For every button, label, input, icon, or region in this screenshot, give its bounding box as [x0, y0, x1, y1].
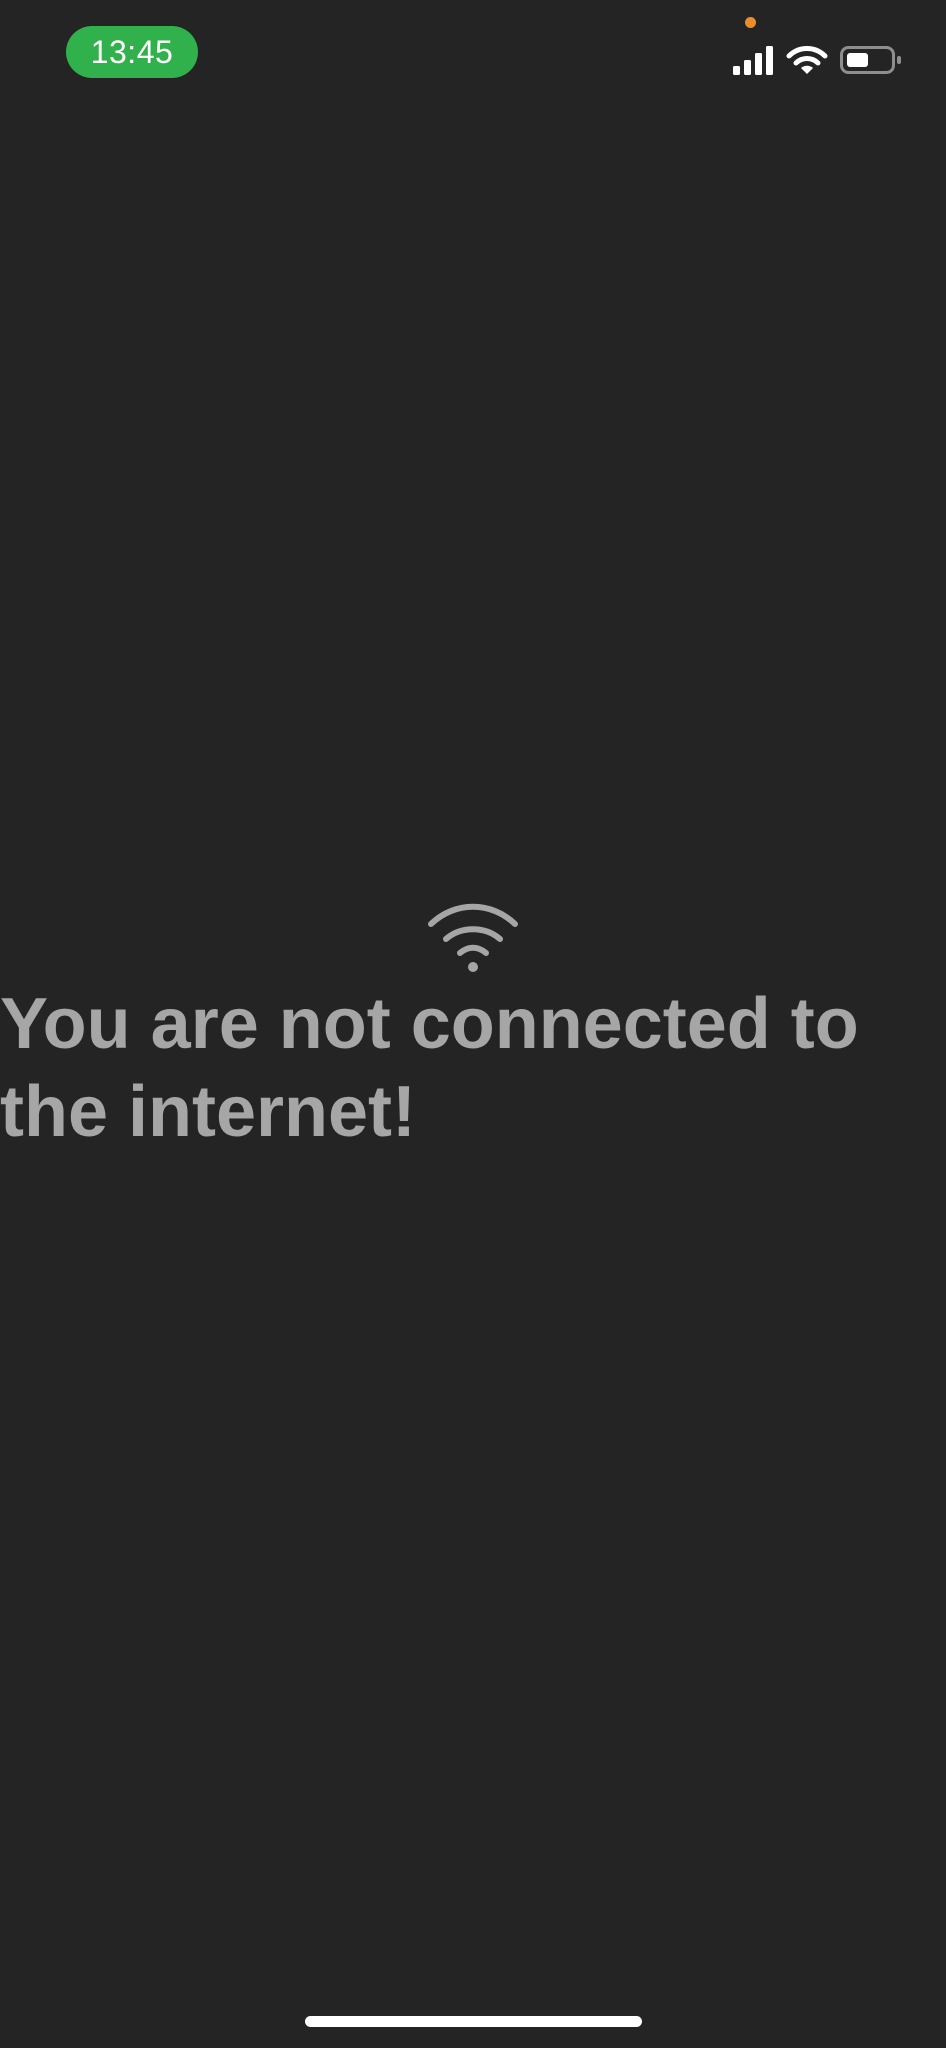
status-bar: 13:45 — [0, 0, 946, 100]
wifi-icon — [428, 903, 518, 972]
home-indicator[interactable] — [305, 2016, 642, 2027]
battery-icon — [840, 46, 901, 74]
cellular-signal-icon — [733, 46, 773, 75]
status-time[interactable]: 13:45 — [66, 26, 198, 78]
privacy-indicator-dot — [745, 17, 756, 28]
offline-message: You are not connected to the internet! — [0, 984, 859, 1152]
wifi-icon — [786, 46, 828, 74]
